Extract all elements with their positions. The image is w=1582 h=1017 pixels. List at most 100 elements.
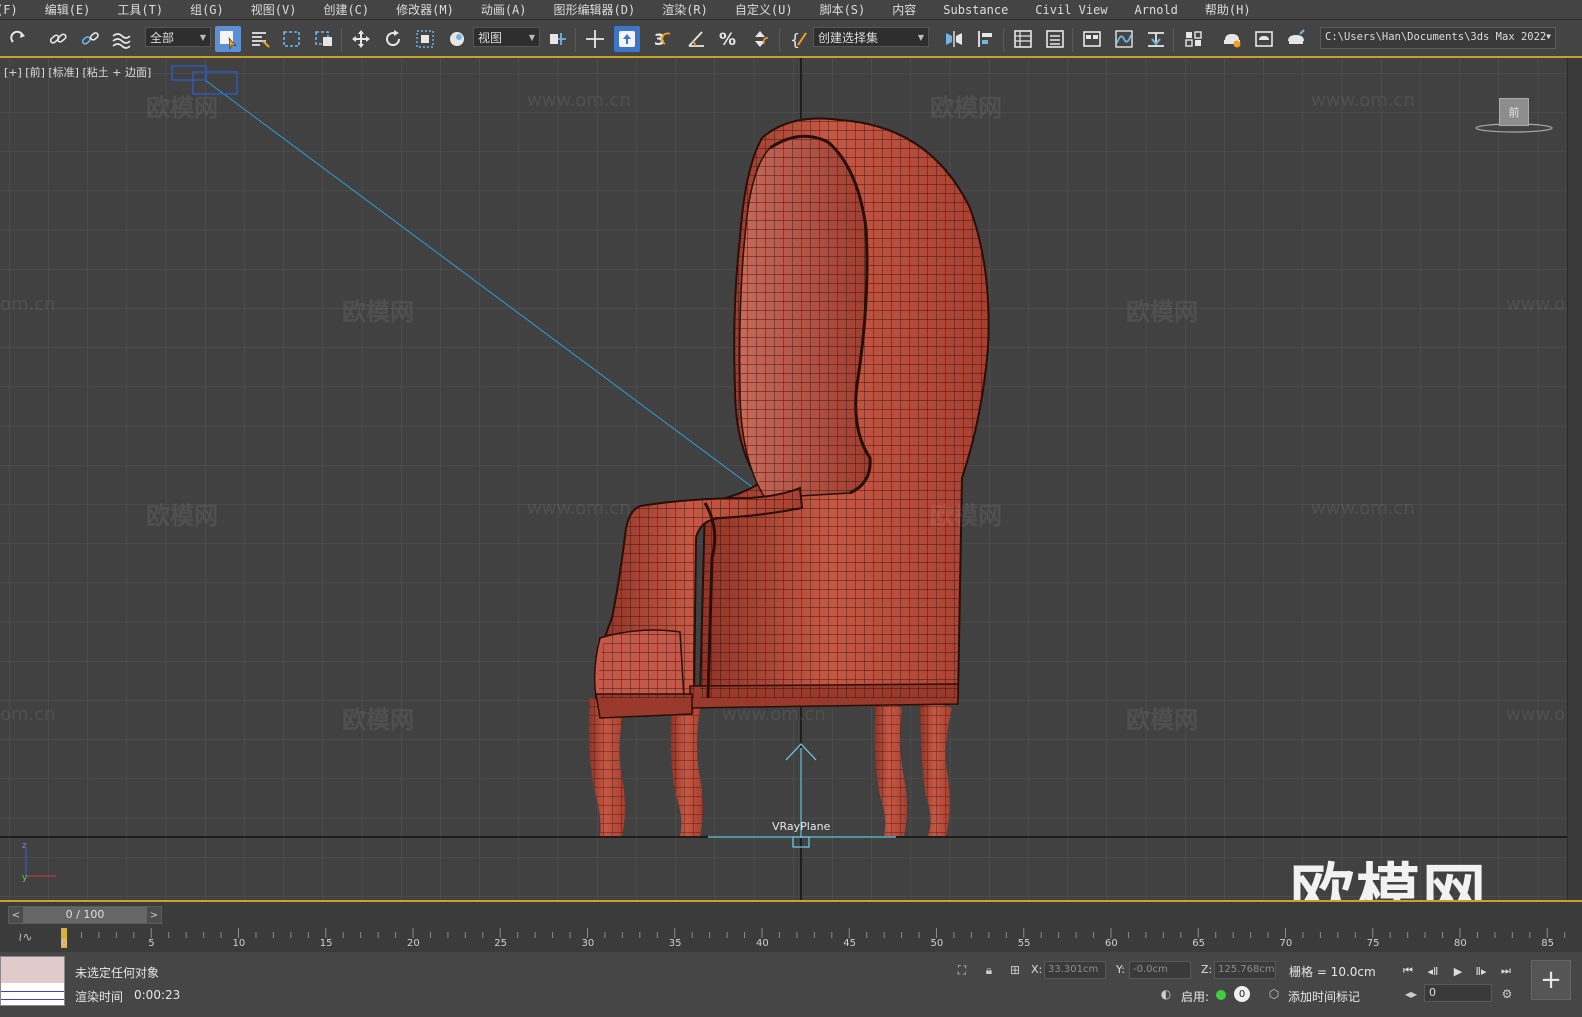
reference-coord-dropdown[interactable]: 视图 ▼: [473, 27, 540, 47]
menu-item[interactable]: (F): [0, 0, 31, 20]
toolbar-separator: [575, 28, 576, 52]
menu-item[interactable]: Arnold: [1121, 0, 1191, 20]
toolbar-separator: [1003, 28, 1004, 52]
link-icon[interactable]: [45, 26, 71, 52]
menu-item[interactable]: 动画(A): [467, 0, 540, 20]
next-frame-icon[interactable]: Ⅱ▸: [1472, 962, 1490, 980]
scale-icon[interactable]: [412, 26, 438, 52]
go-to-start-icon[interactable]: ⏮: [1399, 962, 1417, 980]
percent-snap-icon[interactable]: %: [715, 26, 741, 52]
curve-editor-icon[interactable]: [1111, 26, 1137, 52]
edit-named-selection-icon[interactable]: {: [786, 26, 812, 52]
menu-item[interactable]: 渲染(R): [648, 0, 721, 20]
toggle-ribbon-icon[interactable]: [1079, 26, 1105, 52]
front-viewport[interactable]: z y 欧模网 www.om.cn 欧模网 www.om.cn om.cn 欧模…: [0, 58, 1568, 900]
isolate-selection-icon[interactable]: ⛶: [954, 962, 970, 978]
render-setup-icon[interactable]: [1219, 26, 1245, 52]
select-manipulate-icon[interactable]: [582, 26, 608, 52]
menu-item[interactable]: 组(G): [176, 0, 237, 20]
current-frame-spinner[interactable]: 0: [1424, 984, 1492, 1002]
menu-item[interactable]: 工具(T): [103, 0, 176, 20]
absolute-mode-icon[interactable]: ⊞: [1007, 962, 1023, 978]
ruler-tick-label: 30: [581, 938, 595, 949]
track-bar[interactable]: ≀∿ 0 5 10 15 20 25 30 35 40 45 50 55 60 65 70 75 80 85: [0, 926, 1582, 952]
status-indicator-icon: [1216, 990, 1226, 1000]
select-by-name-icon[interactable]: [247, 26, 273, 52]
play-icon[interactable]: ▶: [1449, 962, 1467, 980]
spinner-snap-icon[interactable]: [747, 26, 773, 52]
previous-frame-icon[interactable]: ◂Ⅱ: [1424, 962, 1442, 980]
adaptive-degradation-icon[interactable]: ◐: [1158, 986, 1174, 1002]
add-time-tag[interactable]: 添加时间标记: [1288, 988, 1360, 1005]
ruler-tick-label: 45: [843, 938, 856, 949]
menu-item[interactable]: 帮助(H): [1191, 0, 1264, 20]
curve-editor-mini-icon[interactable]: ≀∿: [18, 930, 33, 944]
ruler-tick-label: 70: [1279, 938, 1293, 949]
viewport-label[interactable]: [+] [前] [标准] [粘土 + 边面]: [4, 64, 151, 80]
unlink-icon[interactable]: [77, 26, 103, 52]
ruler-tick-label: 55: [1017, 938, 1031, 949]
menu-bar: (F)编辑(E)工具(T)组(G)视图(V)创建(C)修改器(M)动画(A)图形…: [0, 0, 1582, 20]
keyboard-shortcut-override-button[interactable]: [614, 26, 640, 52]
prev-frame-icon[interactable]: <: [9, 910, 23, 921]
layer-explorer-icon[interactable]: [1042, 26, 1068, 52]
menu-item[interactable]: 图形编辑器(D): [540, 0, 649, 20]
mirror-icon[interactable]: [941, 26, 967, 52]
menu-item[interactable]: Substance: [929, 0, 1021, 20]
menu-item[interactable]: 修改器(M): [382, 0, 467, 20]
go-to-end-icon[interactable]: ⏭: [1497, 962, 1515, 980]
time-tag-icon[interactable]: ⬡: [1266, 986, 1282, 1002]
selection-filter-dropdown[interactable]: 全部 ▼: [145, 27, 211, 47]
material-editor-icon[interactable]: [1181, 26, 1207, 52]
watermark-url: www.om.cn: [527, 90, 631, 111]
maxscript-listener-thumbnail[interactable]: [0, 956, 65, 1006]
lock-icon[interactable]: 🔒︎: [981, 962, 997, 978]
placement-icon[interactable]: [444, 26, 470, 52]
y-coordinate-field[interactable]: -0.0cm: [1129, 961, 1191, 979]
menu-item[interactable]: 编辑(E): [31, 0, 104, 20]
render-production-icon[interactable]: [1283, 26, 1309, 52]
watermark-url: www.om.cn: [722, 704, 826, 725]
select-object-button[interactable]: [215, 26, 241, 52]
x-coordinate-field[interactable]: 33.301cm: [1044, 961, 1106, 979]
watermark: 欧模网: [146, 94, 218, 122]
snap-toggle-icon[interactable]: 3: [649, 26, 675, 52]
window-crossing-icon[interactable]: [311, 26, 337, 52]
move-icon[interactable]: [348, 26, 374, 52]
next-frame-icon[interactable]: >: [147, 910, 161, 921]
ruler-tick-label: 10: [232, 938, 246, 949]
menu-item[interactable]: 脚本(S): [806, 0, 879, 20]
viewport-canvas: z y: [0, 58, 1567, 900]
time-configuration-icon[interactable]: ⚙: [1499, 986, 1515, 1002]
reference-coord-value: 视图: [478, 30, 503, 45]
time-slider[interactable]: < 0 / 100 >: [0, 900, 1582, 926]
viewcube[interactable]: 前: [1499, 98, 1529, 126]
key-mode-icon[interactable]: ◂▸: [1403, 986, 1419, 1002]
ruler-tick-label: 50: [930, 938, 944, 949]
redo-icon[interactable]: [6, 26, 32, 52]
schematic-view-icon[interactable]: [1143, 26, 1169, 52]
menu-item[interactable]: 自定义(U): [721, 0, 806, 20]
project-path-dropdown[interactable]: C:\Users\Han\Documents\3ds Max 2022 ▼: [1320, 27, 1556, 49]
menu-item[interactable]: 创建(C): [309, 0, 382, 20]
menu-item[interactable]: 视图(V): [237, 0, 310, 20]
chevron-down-icon: ▼: [199, 32, 206, 42]
rotate-icon[interactable]: [380, 26, 406, 52]
project-path-value: C:\Users\Han\Documents\3ds Max 2022: [1325, 31, 1547, 43]
pivot-center-icon[interactable]: [545, 26, 571, 52]
add-button[interactable]: +: [1531, 960, 1571, 1000]
z-coordinate-field[interactable]: 125.768cm: [1214, 961, 1276, 979]
menu-item[interactable]: 内容: [878, 0, 929, 20]
ruler-tick-label: 15: [319, 938, 333, 949]
frame-slider[interactable]: < 0 / 100 >: [8, 906, 162, 924]
rectangular-selection-icon[interactable]: [279, 26, 305, 52]
ruler-tick-label: 75: [1366, 938, 1380, 949]
align-icon[interactable]: [973, 26, 999, 52]
angle-snap-icon[interactable]: [683, 26, 709, 52]
scene-explorer-icon[interactable]: [1010, 26, 1036, 52]
bind-spacewarp-icon[interactable]: [108, 26, 134, 52]
rendered-frame-window-icon[interactable]: [1251, 26, 1277, 52]
named-selection-dropdown[interactable]: 创建选择集 ▼: [813, 27, 929, 47]
y-label: Y:: [1116, 963, 1125, 976]
menu-item[interactable]: Civil View: [1021, 0, 1120, 20]
